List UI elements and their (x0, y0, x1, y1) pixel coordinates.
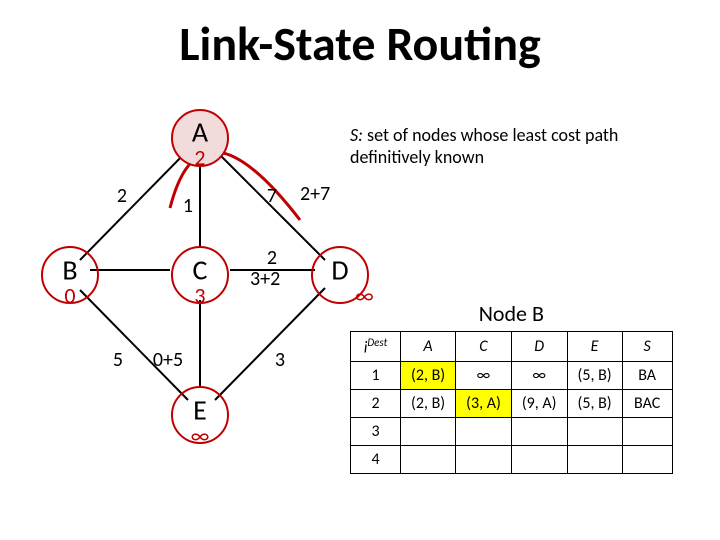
cell-iter: 4 (351, 446, 401, 474)
cell-D (511, 446, 567, 474)
node-B-sub: 0 (64, 282, 75, 309)
cell-A (401, 418, 456, 446)
table-row: 4 (351, 446, 673, 474)
cell-D (511, 418, 567, 446)
node-C-sub: 3 (194, 282, 205, 309)
cell-S: BAC (622, 390, 672, 418)
cell-C (456, 446, 512, 474)
cell-E (567, 418, 622, 446)
table-row: 1(2, B)∞∞(5, B)BA (351, 362, 673, 390)
cell-S: BA (622, 362, 672, 390)
cell-D: (9, A) (511, 390, 567, 418)
routing-table-wrap: Node B iDest A C D E S 1(2, B)∞∞(5, B)BA… (350, 300, 673, 474)
cell-A: (2, B) (401, 362, 456, 390)
table-caption: Node B (350, 300, 673, 327)
edge-label-AC: 1 (183, 194, 193, 218)
table-row: 3 (351, 418, 673, 446)
table-header-row: iDest A C D E S (351, 332, 673, 362)
col-E: E (567, 332, 622, 362)
cell-S (622, 418, 672, 446)
cell-iter: 3 (351, 418, 401, 446)
cell-D: ∞ (511, 362, 567, 390)
page-title: Link-State Routing (0, 0, 720, 73)
anno-cd-calc: 3+2 (250, 267, 280, 291)
col-S: S (622, 332, 672, 362)
edge-label-CE: 0+5 (153, 348, 183, 372)
node-D-label: D (331, 253, 348, 288)
cell-A: (2, B) (401, 390, 456, 418)
node-A-sub: 2 (194, 144, 205, 171)
col-A: A (401, 332, 456, 362)
routing-table: iDest A C D E S 1(2, B)∞∞(5, B)BA2(2, B)… (350, 331, 673, 474)
cell-C: ∞ (456, 362, 512, 390)
edge-label-DE: 3 (275, 348, 285, 372)
col-C: C (456, 332, 512, 362)
cell-iter: 1 (351, 362, 401, 390)
edge-label-AB: 2 (117, 184, 127, 208)
cell-C: (3, A) (456, 390, 512, 418)
cell-A (401, 446, 456, 474)
cell-C (456, 418, 512, 446)
table-row: 2(2, B)(3, A)(9, A)(5, B)BAC (351, 390, 673, 418)
cell-S (622, 446, 672, 474)
anno-ad-calc: 2+7 (300, 182, 330, 206)
col-iter: iDest (351, 332, 401, 362)
cell-E (567, 446, 622, 474)
edge-label-BE: 5 (113, 348, 123, 372)
edge-label-AD: 7 (267, 184, 277, 208)
cell-E: (5, B) (567, 362, 622, 390)
edge-DE (215, 288, 325, 400)
col-D: D (511, 332, 567, 362)
node-E-sub: ∞ (191, 422, 210, 449)
cell-iter: 2 (351, 390, 401, 418)
cell-E: (5, B) (567, 390, 622, 418)
edge-BE (80, 290, 188, 400)
